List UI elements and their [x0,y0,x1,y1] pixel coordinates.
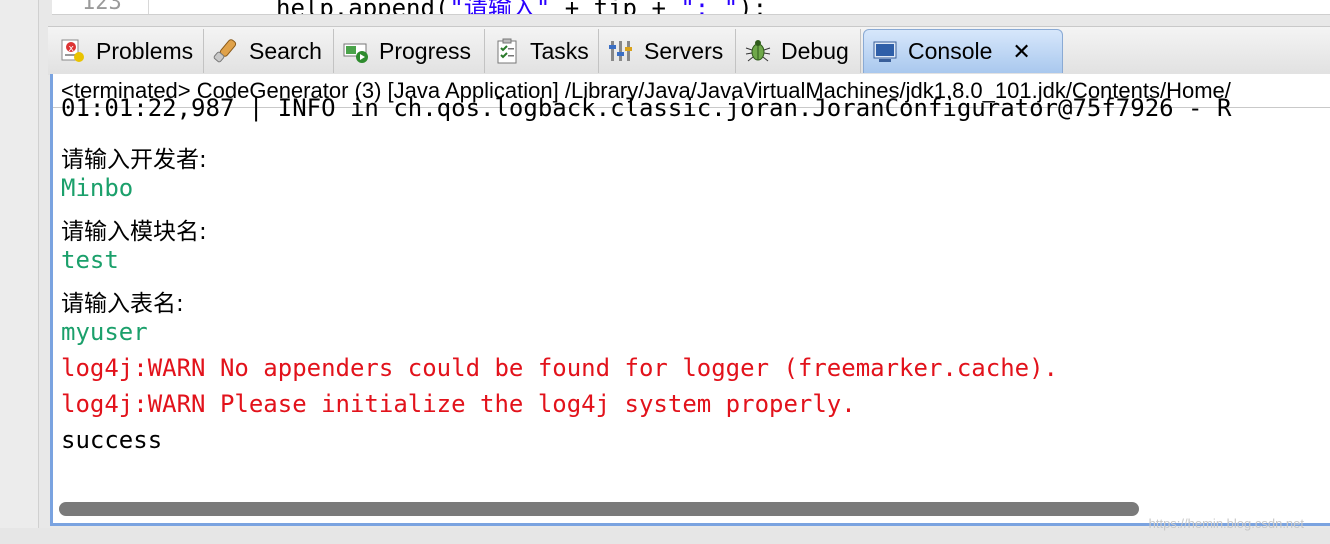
status-strip [0,528,1330,544]
tasks-icon [492,36,522,66]
editor-line-number: 123 [82,0,122,15]
watermark: https://hemin.blog.csdn.net [1148,516,1304,531]
tab-search[interactable]: Search [205,29,334,73]
code-suffix: ); [738,0,768,15]
tab-console[interactable]: Console ✕ [863,29,1063,73]
console-line-prompt: 请输入开发者: [61,147,207,173]
progress-icon [341,36,371,66]
console-clipped-line: 01:01:22,987 | INFO in ch.qos.logback.cl… [61,94,1232,122]
tab-label: Debug [781,37,849,64]
tab-label: Console [908,38,993,64]
console-line-warning: log4j:WARN No appenders could be found f… [61,354,1058,382]
tab-servers[interactable]: Servers [600,29,736,73]
editor-code-line[interactable]: help.append("请输入" + tip + ": "); [276,0,768,15]
code-middle: + tip + [550,0,681,15]
tab-label: Search [249,37,322,64]
editor-gutter-divider [148,0,149,14]
servers-icon [606,36,636,66]
svg-text:x: x [69,44,75,54]
tab-progress[interactable]: Progress [335,29,485,73]
console-line-prompt: 请输入模块名: [61,219,207,245]
console-line-prompt: 请输入表名: [61,291,184,317]
editor-strip: 123 help.append("请输入" + tip + ": "); [52,0,1330,15]
console-view[interactable]: <terminated> CodeGenerator (3) [Java App… [50,74,1330,526]
debug-icon [743,36,773,66]
horizontal-scrollbar-thumb[interactable] [59,502,1139,516]
tab-debug[interactable]: Debug [737,29,861,73]
tab-label: Servers [644,37,724,64]
view-tab-bar: x Problems Search Progress Tasks Servers… [48,26,1330,75]
close-icon[interactable]: ✕ [1012,39,1030,65]
tab-tasks[interactable]: Tasks [486,29,599,73]
tab-label: Tasks [530,37,589,64]
console-line-input: Minbo [61,174,134,202]
tab-label: Progress [379,37,472,64]
console-line-input: myuser [61,318,148,346]
problems-icon: x [58,36,88,66]
console-icon [870,37,900,67]
console-line-warning: log4j:WARN Please initialize the log4j s… [61,390,856,418]
console-line-input: test [61,246,119,274]
console-line-output: success [61,426,163,454]
code-string-1: "请输入" [449,0,551,15]
code-prefix: help.append( [276,0,450,15]
code-string-2: ": " [680,0,739,15]
search-icon [211,36,241,66]
tab-problems[interactable]: x Problems [52,29,204,73]
console-output[interactable]: 01:01:22,987 | INFO in ch.qos.logback.cl… [61,94,1330,523]
tab-label: Problems [96,37,194,64]
left-gutter [0,0,39,544]
